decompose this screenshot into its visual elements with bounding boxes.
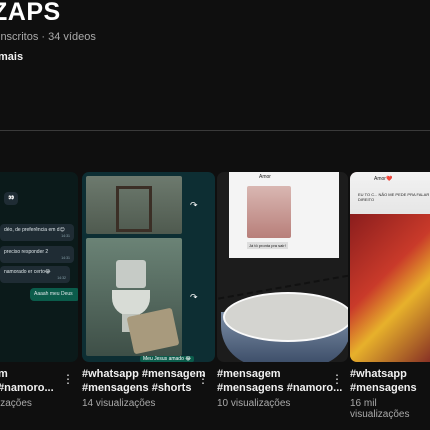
contact-name: Amor❤️ bbox=[374, 176, 393, 182]
chat-bubble: Já tô pronta pra sair! bbox=[247, 242, 288, 249]
more-vert-icon[interactable]: ⋮ bbox=[197, 372, 209, 388]
divider bbox=[0, 130, 430, 131]
video-views-2: 14 visualizações bbox=[82, 398, 156, 409]
more-vert-icon[interactable]: ⋮ bbox=[62, 372, 74, 388]
video-thumbnail-3[interactable]: Amor Já tô pronta pra sair! bbox=[217, 172, 348, 362]
room-image bbox=[86, 176, 182, 234]
chat-bubble: preciso responder 2 14:31 bbox=[0, 246, 74, 264]
more-vert-icon[interactable]: ⋮ bbox=[331, 372, 343, 388]
video-views-3: 10 visualizações bbox=[217, 398, 291, 409]
chat-screen: Amor Já tô pronta pra sair! bbox=[229, 172, 339, 258]
video-thumbnail-4[interactable]: Amor❤️ EU TO C... NÃO ME PEDE PRA FALAR … bbox=[350, 172, 430, 362]
channel-meta: inscritos · 34 vídeos bbox=[0, 31, 96, 43]
video-thumbnail-2[interactable]: ↷ ↷ Meu Jesus amado 😂 bbox=[82, 172, 215, 362]
chat-screen: Amor❤️ EU TO C... NÃO ME PEDE PRA FALAR … bbox=[350, 172, 430, 214]
share-icon: ↷ bbox=[190, 292, 198, 302]
background-image bbox=[350, 214, 430, 362]
more-link[interactable]: mais bbox=[0, 51, 23, 63]
chat-bubble: 👀 bbox=[4, 192, 19, 205]
photo-message bbox=[247, 186, 291, 238]
chat-bubble: déo, de preferência em d😊 14:31 bbox=[0, 224, 74, 242]
chat-bubble: Aaaah meu Deus bbox=[30, 288, 78, 301]
share-icon: ↷ bbox=[190, 200, 198, 210]
video-title-2[interactable]: #whatsapp #mensagem #mensagens #shorts bbox=[82, 367, 206, 395]
video-title-4[interactable]: #whatsapp #mensagens bbox=[350, 367, 417, 395]
chat-caption: Meu Jesus amado 😂 bbox=[140, 356, 195, 362]
video-views-1: izações bbox=[0, 398, 32, 409]
video-title-3[interactable]: #mensagem #mensagens #namoro... bbox=[217, 367, 342, 395]
video-title-1[interactable]: m #namoro... bbox=[0, 367, 54, 395]
video-views-4: 16 mil visualizações bbox=[350, 398, 410, 420]
video-thumbnail-1[interactable]: 👀 déo, de preferência em d😊 14:31 preciso… bbox=[0, 172, 78, 362]
chat-bubble: namorado er certo😂 14:32 bbox=[0, 266, 70, 284]
contact-name: Amor bbox=[259, 174, 271, 180]
channel-name: ZAPS bbox=[0, 0, 61, 26]
chat-bubble: EU TO C... NÃO ME PEDE PRA FALAR DIREITO bbox=[358, 192, 430, 203]
